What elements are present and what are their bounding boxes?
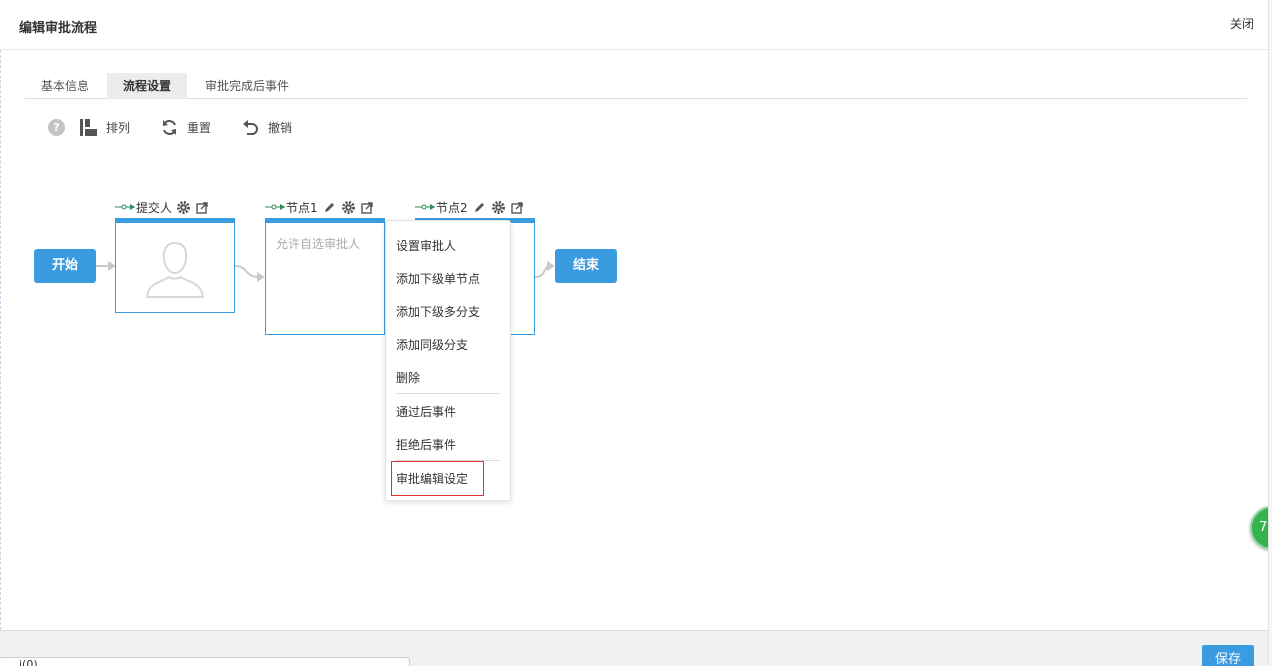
menu-item-reject-event[interactable]: 拒绝后事件	[396, 436, 456, 453]
gear-icon[interactable]	[491, 200, 505, 214]
menu-item-add-child-node[interactable]: 添加下级单节点	[396, 270, 480, 287]
node-label: 节点1	[286, 200, 318, 215]
node-placeholder: 允许自选审批人	[276, 237, 361, 251]
node-card-submitter[interactable]	[115, 218, 235, 313]
node-header-submitter: 提交人	[115, 199, 215, 215]
save-button[interactable]: 保存	[1202, 645, 1254, 666]
node-header-node2: 节点2	[415, 199, 530, 215]
menu-divider	[396, 393, 500, 394]
menu-item-pass-event[interactable]: 通过后事件	[396, 403, 456, 420]
connector-icon	[265, 204, 285, 210]
gear-icon[interactable]	[177, 200, 191, 214]
pencil-icon[interactable]	[323, 201, 336, 214]
end-node[interactable]: 结束	[555, 249, 617, 283]
node-header-node1: 节点1	[265, 199, 380, 215]
node-context-menu: 设置审批人 添加下级单节点 添加下级多分支 添加同级分支 删除 通过后事件 拒绝…	[385, 220, 511, 501]
share-icon[interactable]	[360, 201, 374, 214]
status-box: j(0)	[0, 657, 410, 666]
start-node[interactable]: 开始	[34, 249, 96, 283]
share-icon[interactable]	[510, 201, 524, 214]
menu-item-set-approver[interactable]: 设置审批人	[396, 237, 456, 254]
node-label: 节点2	[436, 200, 468, 215]
menu-item-add-sibling-branch[interactable]: 添加同级分支	[396, 336, 468, 353]
user-avatar-icon	[145, 241, 205, 298]
menu-item-edit-settings[interactable]: 审批编辑设定	[396, 470, 468, 487]
node-label: 提交人	[136, 200, 173, 215]
connector-icon	[415, 204, 435, 210]
menu-item-delete[interactable]: 删除	[396, 369, 420, 386]
share-icon[interactable]	[196, 201, 209, 214]
right-scrollbar[interactable]	[1268, 0, 1272, 666]
close-button[interactable]: 关闭	[1230, 15, 1254, 32]
connector-icon	[115, 204, 135, 210]
pencil-icon[interactable]	[473, 201, 486, 214]
menu-item-add-child-branches[interactable]: 添加下级多分支	[396, 303, 480, 320]
node-card-node1[interactable]: 允许自选审批人	[265, 218, 385, 335]
gear-icon[interactable]	[341, 200, 355, 214]
